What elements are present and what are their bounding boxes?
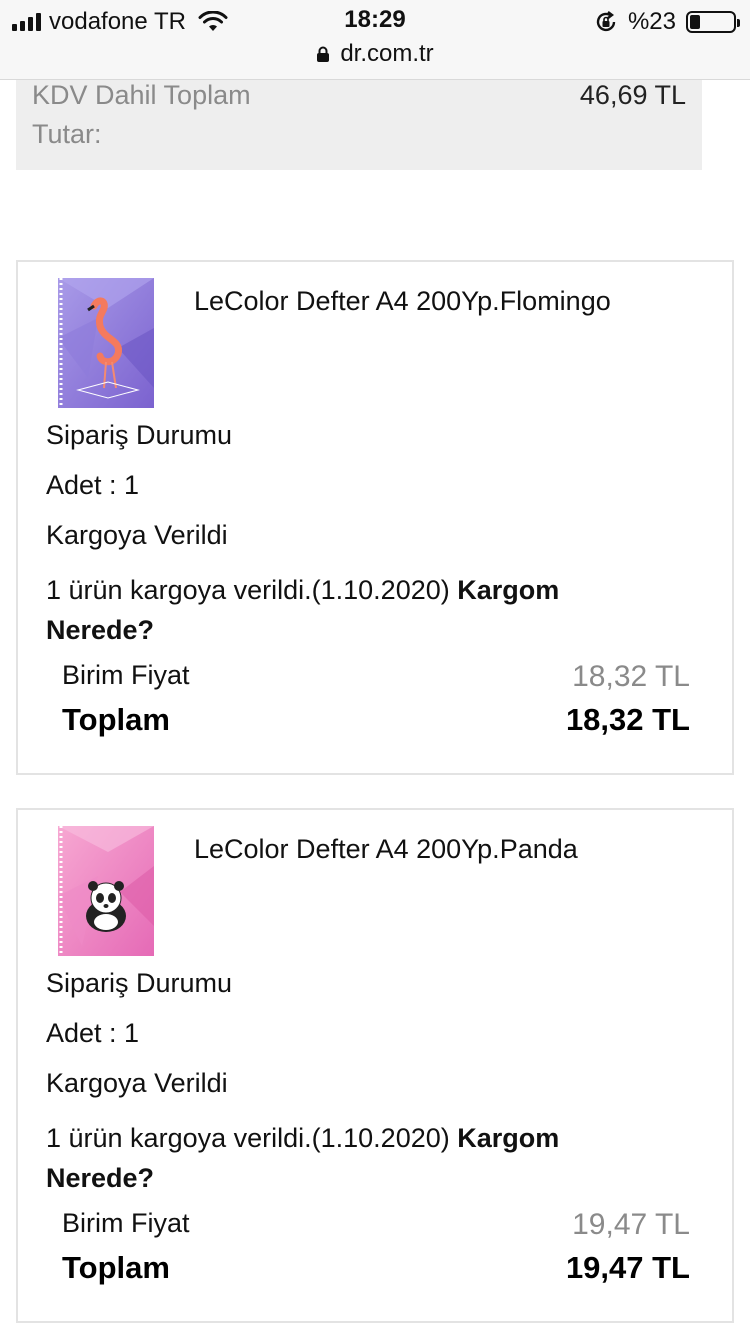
total-value: 19,47 TL [565, 1250, 690, 1285]
quantity-text: Adet : 1 [46, 1018, 140, 1048]
address-bar[interactable]: dr.com.tr [0, 40, 750, 68]
unit-price-value: 19,47 TL [572, 1208, 690, 1241]
battery-fill [690, 15, 700, 29]
shipping-info-text: 1 ürün kargoya verildi.(1.10.2020) [46, 1123, 450, 1153]
rotation-lock-icon [596, 11, 616, 32]
panda-notebook-thumbnail[interactable] [58, 826, 154, 956]
shipping-status: Kargoya Verildi [46, 520, 228, 550]
quantity-text: Adet : 1 [46, 470, 140, 500]
shipping-info-text: 1 ürün kargoya verildi.(1.10.2020) [46, 575, 450, 605]
product-name[interactable]: LeColor Defter A4 200Yp.Panda [194, 834, 578, 865]
shipping-info: 1 ürün kargoya verildi.(1.10.2020) Kargo… [46, 1118, 666, 1198]
order-item-card: LeColor Defter A4 200Yp.Panda Sipariş Du… [16, 808, 734, 1323]
total-value: 18,32 TL [565, 702, 690, 737]
product-name[interactable]: LeColor Defter A4 200Yp.Flomingo [194, 286, 611, 317]
flamingo-notebook-thumbnail[interactable] [58, 278, 154, 408]
unit-price-label: Birim Fiyat [62, 1208, 190, 1238]
summary-total-label: KDV Dahil Toplam Tutar: [32, 80, 251, 149]
status-right: %23 [594, 8, 740, 36]
order-item-card: LeColor Defter A4 200Yp.Flomingo Sipariş… [16, 260, 734, 775]
total-label: Toplam [62, 702, 170, 737]
order-status-title: Sipariş Durumu [46, 420, 233, 450]
total-label: Toplam [62, 1250, 170, 1285]
order-status-title: Sipariş Durumu [46, 968, 233, 998]
shipping-info: 1 ürün kargoya verildi.(1.10.2020) Kargo… [46, 570, 666, 650]
battery-percentage: %23 [627, 8, 676, 35]
battery-icon [686, 11, 740, 33]
shipping-status: Kargoya Verildi [46, 1068, 228, 1098]
padlock-icon [317, 46, 330, 62]
unit-price-label: Birim Fiyat [62, 660, 190, 690]
unit-price-value: 18,32 TL [572, 660, 690, 693]
browser-status-bar: vodafone TR 18:29 %23 dr.com.tr [0, 0, 750, 80]
summary-total-value: 46,69 TL [579, 80, 686, 110]
order-summary: KDV Dahil Toplam Tutar: 46,69 TL [16, 80, 702, 170]
url-text: dr.com.tr [340, 40, 434, 67]
